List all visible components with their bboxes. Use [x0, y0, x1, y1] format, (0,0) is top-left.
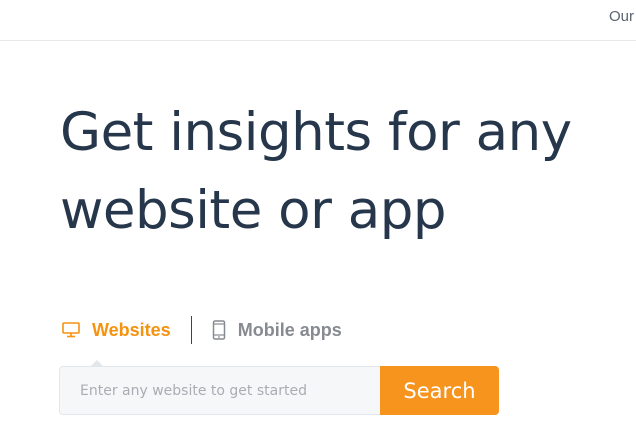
website-search-input[interactable] [59, 366, 380, 415]
nav-link-our[interactable]: Our [609, 8, 634, 25]
hero-heading: Get insights for any website or app [60, 94, 630, 250]
tab-websites[interactable]: Websites [62, 320, 171, 341]
top-navigation-bar: Our [0, 0, 636, 41]
tab-divider [190, 316, 192, 344]
tab-mobile-apps-label: Mobile apps [237, 319, 342, 340]
search-form: Search [59, 366, 499, 415]
monitor-icon [62, 322, 80, 338]
search-button[interactable]: Search [380, 366, 499, 415]
search-type-tabs: Websites Mobile apps [62, 316, 342, 344]
page: Our Get insights for any website or app … [0, 0, 636, 427]
tab-mobile-apps[interactable]: Mobile apps [212, 320, 342, 341]
tab-websites-label: Websites [92, 319, 171, 340]
hero-heading-line-2: website or app [60, 180, 447, 241]
hero-heading-line-1: Get insights for any [60, 102, 572, 163]
mobile-phone-icon [212, 320, 226, 340]
